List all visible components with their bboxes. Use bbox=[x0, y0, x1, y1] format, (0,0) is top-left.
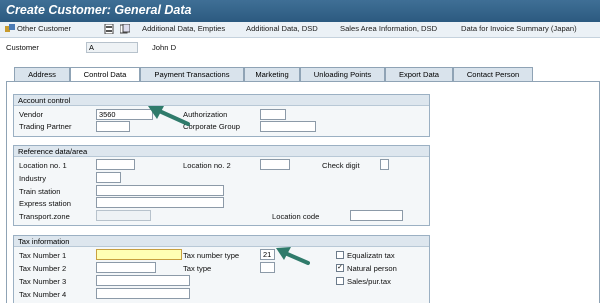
additional-data-dsd-button[interactable]: Additional Data, DSD bbox=[246, 24, 318, 33]
tax-type-arrow-icon bbox=[276, 247, 310, 265]
tax-number2-field[interactable] bbox=[96, 262, 156, 273]
title-bar: Create Customer: General Data bbox=[0, 0, 600, 22]
sales-area-info-dsd-button[interactable]: Sales Area Information, DSD bbox=[340, 24, 437, 33]
tax-number3-field[interactable] bbox=[96, 275, 190, 286]
account-control-heading: Account control bbox=[14, 95, 429, 106]
industry-field[interactable] bbox=[96, 172, 121, 183]
additional-data-empties-button[interactable]: Additional Data, Empties bbox=[142, 24, 225, 33]
location2-field[interactable] bbox=[260, 159, 290, 170]
customer-number-field[interactable]: A bbox=[86, 42, 138, 53]
location-code-field[interactable] bbox=[350, 210, 403, 221]
application-toolbar: Other Customer Additional Data, Empties … bbox=[0, 22, 600, 38]
tab-payment-transactions[interactable]: Payment Transactions bbox=[140, 67, 244, 81]
tax-information-heading: Tax information bbox=[14, 236, 429, 247]
tab-control-data[interactable]: Control Data bbox=[70, 67, 140, 82]
window-title: Create Customer: General Data bbox=[6, 3, 192, 17]
tax-type-field[interactable] bbox=[260, 262, 275, 273]
tax-number1-label: Tax Number 1 bbox=[19, 251, 67, 260]
customer-header: Customer A John D bbox=[0, 38, 600, 56]
natural-person-label: Natural person bbox=[347, 264, 397, 273]
tax-number-type-label: Tax number type bbox=[183, 251, 240, 260]
tab-address[interactable]: Address bbox=[14, 67, 70, 81]
tax-information-group: Tax information Tax Number 1 Tax number … bbox=[13, 235, 430, 303]
train-station-label: Train station bbox=[19, 187, 61, 196]
tab-strip: Address Control Data Payment Transaction… bbox=[0, 67, 600, 82]
tax-type-label: Tax type bbox=[183, 264, 212, 273]
natural-person-checkbox[interactable]: ✓ bbox=[336, 264, 344, 272]
reference-data-group: Reference data/area Location no. 1 Locat… bbox=[13, 145, 430, 226]
express-station-field[interactable] bbox=[96, 197, 224, 208]
tab-export-data[interactable]: Export Data bbox=[385, 67, 453, 81]
tax-number4-label: Tax Number 4 bbox=[19, 290, 67, 299]
trading-partner-label: Trading Partner bbox=[19, 122, 72, 131]
train-station-field[interactable] bbox=[96, 185, 224, 196]
tax-number3-label: Tax Number 3 bbox=[19, 277, 67, 286]
corporate-group-field[interactable] bbox=[260, 121, 316, 132]
tab-unloading-points[interactable]: Unloading Points bbox=[300, 67, 385, 81]
check-digit-label: Check digit bbox=[322, 161, 360, 170]
location2-label: Location no. 2 bbox=[183, 161, 231, 170]
vendor-label: Vendor bbox=[19, 110, 44, 119]
location-code-label: Location code bbox=[272, 212, 320, 221]
tax-number4-field[interactable] bbox=[96, 288, 190, 299]
sales-pur-tax-label: Sales/pur.tax bbox=[347, 277, 391, 286]
transport-zone-field[interactable] bbox=[96, 210, 151, 221]
industry-label: Industry bbox=[19, 174, 47, 183]
customer-name: John D bbox=[152, 43, 177, 52]
account-control-group: Account control Vendor 3560 Authorizatio… bbox=[13, 94, 430, 137]
tab-marketing[interactable]: Marketing bbox=[244, 67, 300, 81]
equalization-tax-checkbox[interactable] bbox=[336, 251, 344, 259]
customer-label: Customer bbox=[6, 43, 39, 52]
location1-label: Location no. 1 bbox=[19, 161, 67, 170]
location1-field[interactable] bbox=[96, 159, 135, 170]
copy-icon[interactable] bbox=[120, 24, 130, 34]
authorization-field[interactable] bbox=[260, 109, 286, 120]
vendor-field[interactable]: 3560 bbox=[96, 109, 153, 120]
tax-number-type-field[interactable]: 21 bbox=[260, 249, 275, 260]
check-digit-field[interactable] bbox=[380, 159, 389, 170]
other-customer-button[interactable]: Other Customer bbox=[17, 24, 71, 33]
document-icon[interactable] bbox=[104, 24, 114, 34]
tax-number1-field[interactable] bbox=[96, 249, 182, 260]
transport-zone-label: Transport.zone bbox=[19, 212, 70, 221]
sales-pur-tax-checkbox[interactable] bbox=[336, 277, 344, 285]
vendor-arrow-icon bbox=[148, 106, 190, 126]
trading-partner-field[interactable] bbox=[96, 121, 130, 132]
tab-contact-person[interactable]: Contact Person bbox=[453, 67, 533, 81]
express-station-label: Express station bbox=[19, 199, 71, 208]
reference-data-heading: Reference data/area bbox=[14, 146, 429, 157]
invoice-summary-button[interactable]: Data for Invoice Summary (Japan) bbox=[461, 24, 577, 33]
other-customer-icon[interactable] bbox=[5, 24, 15, 34]
equalization-tax-label: Equalizatn tax bbox=[347, 251, 395, 260]
tax-number2-label: Tax Number 2 bbox=[19, 264, 67, 273]
